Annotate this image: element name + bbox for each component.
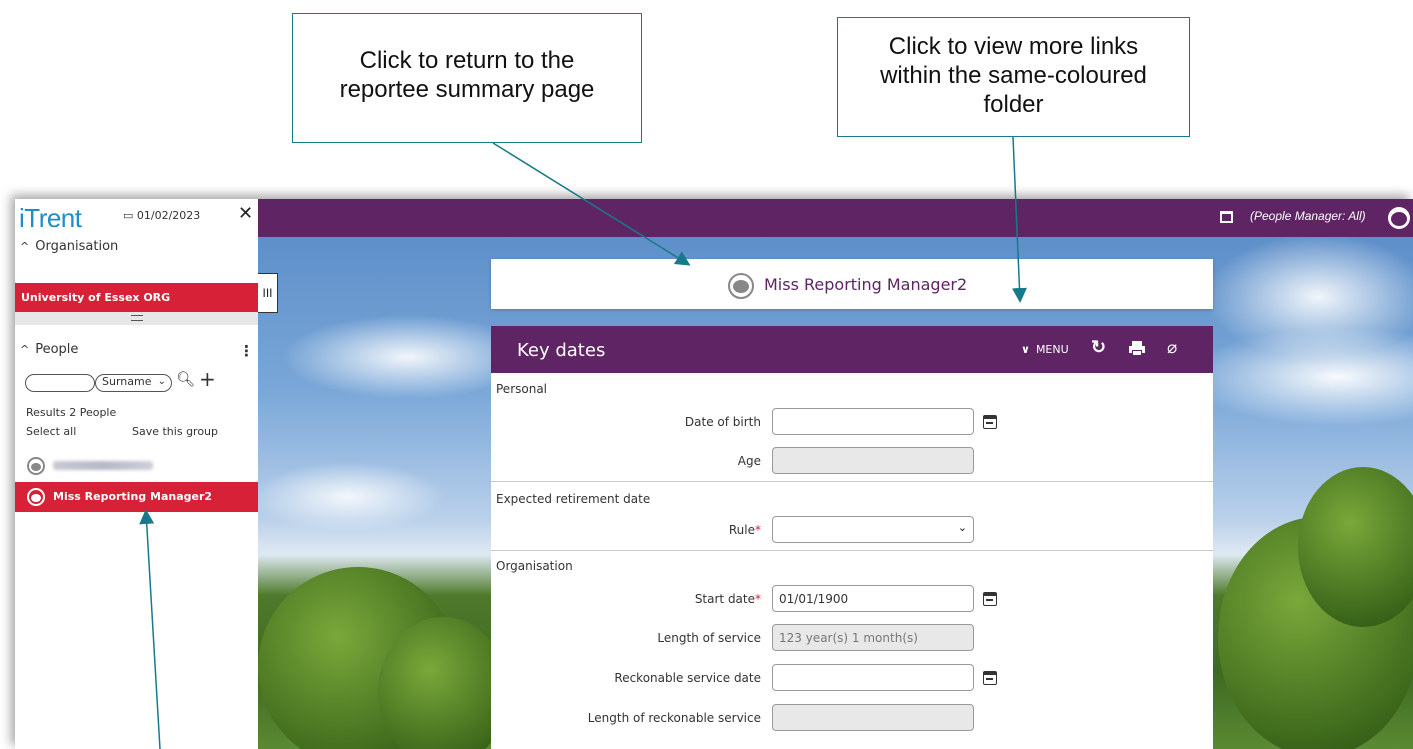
user-avatar-icon[interactable] bbox=[1388, 207, 1410, 229]
panel-splitter[interactable] bbox=[15, 312, 258, 325]
calendar-small-icon: ▭ bbox=[123, 209, 137, 222]
length-of-reckonable-service-field bbox=[772, 704, 974, 731]
refresh-icon[interactable]: ↻ bbox=[1091, 337, 1106, 358]
chevron-up-icon: ^ bbox=[20, 343, 30, 356]
search-field-select[interactable]: Surname ⌄ bbox=[95, 374, 172, 392]
start-date-input[interactable]: 01/01/1900 bbox=[772, 585, 974, 612]
organisation-header-label: Organisation bbox=[35, 239, 119, 254]
callout-return-summary-text: Click to return to the reportee summary … bbox=[339, 47, 595, 103]
date-of-birth-input[interactable] bbox=[772, 408, 974, 435]
people-header-label: People bbox=[35, 342, 79, 357]
print-icon[interactable] bbox=[1129, 341, 1145, 356]
rule-label: Rule* bbox=[491, 523, 761, 537]
role-label: (People Manager: All) bbox=[1250, 209, 1366, 223]
panel-title: Key dates bbox=[517, 340, 606, 361]
person-avatar-icon bbox=[27, 488, 45, 506]
chevron-down-icon: ⌄ bbox=[157, 376, 166, 387]
calendar-icon[interactable] bbox=[983, 592, 997, 606]
redacted-name bbox=[53, 461, 153, 470]
section-divider bbox=[491, 550, 1213, 551]
itrent-logo: iTrent bbox=[19, 203, 82, 233]
chevron-down-icon: ∨ bbox=[1021, 343, 1030, 356]
tree-shape bbox=[378, 617, 508, 749]
people-header[interactable]: ^ People bbox=[20, 342, 78, 357]
age-label: Age bbox=[737, 454, 761, 468]
calendar-icon[interactable] bbox=[983, 671, 997, 685]
reckonable-service-date-input[interactable] bbox=[772, 664, 974, 691]
person-avatar-icon bbox=[27, 457, 45, 475]
menu-button[interactable]: ∨ MENU bbox=[1021, 343, 1069, 356]
more-vertical-icon[interactable]: ⋮ bbox=[239, 342, 254, 360]
section-organisation: Organisation bbox=[496, 559, 573, 573]
age-field bbox=[772, 447, 974, 474]
organisation-item-label: University of Essex ORG bbox=[21, 291, 171, 304]
effective-date[interactable]: ▭ 01/02/2023 bbox=[123, 209, 200, 222]
organisation-item[interactable]: University of Essex ORG bbox=[15, 283, 258, 312]
search-input[interactable] bbox=[25, 374, 95, 392]
effective-date-value: 01/02/2023 bbox=[136, 209, 201, 222]
section-personal: Personal bbox=[496, 382, 548, 396]
callout-more-links-text: Click to view more links within the same… bbox=[880, 32, 1147, 118]
list-item[interactable] bbox=[15, 451, 258, 481]
required-marker: * bbox=[755, 592, 761, 606]
sidebar-collapse-button[interactable]: III bbox=[258, 273, 278, 313]
length-of-service-label: Length of service bbox=[657, 631, 761, 645]
results-count: Results 2 People bbox=[26, 406, 117, 419]
sidebar: iTrent ▭ 01/02/2023 ✕ ^ Organisation Univ… bbox=[15, 199, 258, 749]
person-avatar-icon bbox=[728, 273, 754, 299]
length-of-reckonable-service-label: Length of reckonable service bbox=[587, 711, 761, 725]
list-item-label: Miss Reporting Manager2 bbox=[53, 490, 213, 503]
date-of-birth-label: Date of birth bbox=[684, 415, 761, 429]
reckonable-service-date-label: Reckonable service date bbox=[614, 671, 761, 685]
section-expected-retirement: Expected retirement date bbox=[496, 492, 651, 506]
rule-select[interactable]: ⌄ bbox=[772, 516, 974, 543]
callout-return-summary: Click to return to the reportee summary … bbox=[292, 13, 642, 143]
menu-label: MENU bbox=[1035, 343, 1069, 356]
callout-more-links: Click to view more links within the same… bbox=[837, 17, 1190, 137]
length-of-service-field: 123 year(s) 1 month(s) bbox=[772, 624, 974, 651]
window-icon[interactable] bbox=[1220, 211, 1233, 223]
key-dates-panel: Key dates ∨ MENU ↻ ⌀ Personal Date of bir… bbox=[491, 326, 1213, 749]
required-marker: * bbox=[755, 523, 761, 537]
close-icon[interactable]: ✕ bbox=[238, 203, 253, 224]
save-group-link[interactable]: Save this group bbox=[132, 425, 218, 438]
chevron-up-icon: ^ bbox=[20, 240, 30, 253]
top-bar: (People Manager: All) bbox=[258, 199, 1413, 237]
add-icon[interactable]: + bbox=[199, 367, 216, 391]
person-name-link[interactable]: Miss Reporting Manager2 bbox=[764, 275, 967, 294]
search-icon[interactable]: 🔍︎ bbox=[176, 370, 195, 388]
section-divider bbox=[491, 481, 1213, 482]
paperclip-icon[interactable]: ⌀ bbox=[1167, 338, 1177, 358]
start-date-label-text: Start date bbox=[694, 592, 755, 606]
panel-header: Key dates ∨ MENU ↻ ⌀ bbox=[491, 326, 1213, 373]
select-all-link[interactable]: Select all bbox=[26, 425, 76, 438]
search-field-select-value: Surname bbox=[102, 375, 152, 388]
calendar-icon[interactable] bbox=[983, 415, 997, 429]
itrent-window: (People Manager: All) iTrent ▭ 01/02/202… bbox=[15, 199, 1413, 749]
list-item-selected[interactable]: Miss Reporting Manager2 bbox=[15, 482, 258, 512]
start-date-label: Start date* bbox=[491, 592, 761, 606]
chevron-down-icon: ⌄ bbox=[957, 521, 967, 534]
rule-label-text: Rule bbox=[728, 523, 755, 537]
organisation-header[interactable]: ^ Organisation bbox=[20, 239, 118, 254]
person-summary-card[interactable]: Miss Reporting Manager2 bbox=[491, 259, 1213, 309]
